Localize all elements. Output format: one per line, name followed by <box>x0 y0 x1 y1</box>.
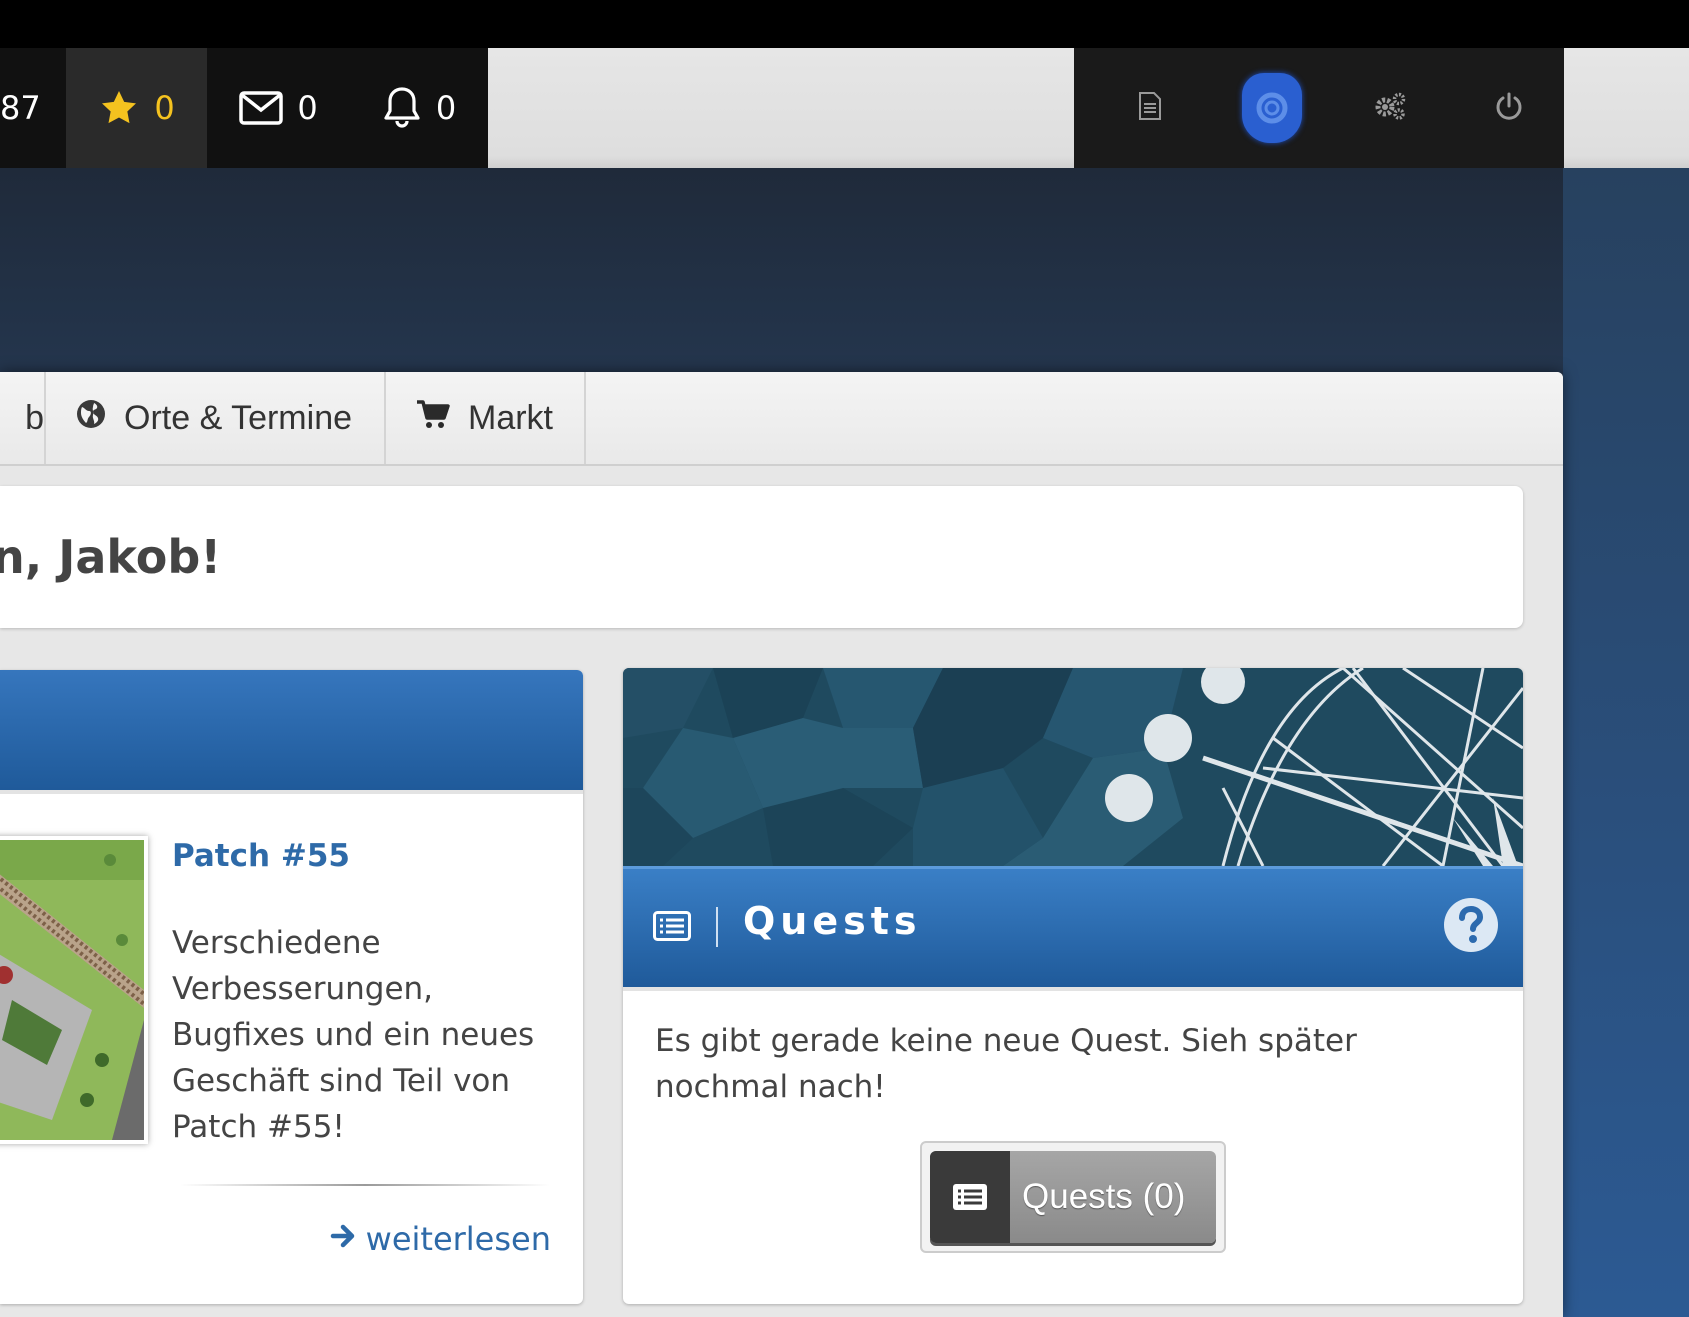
settings-button[interactable] <box>1330 48 1450 168</box>
logout-button[interactable] <box>1449 48 1569 168</box>
tab-clipped[interactable]: b <box>0 372 46 464</box>
document-button[interactable] <box>1090 48 1210 168</box>
tab-market-label: Markt <box>468 398 553 437</box>
main-panel: b Orte & Termine Markt n, Jakob! Patch #… <box>0 372 1563 1317</box>
quests-message: Es gibt gerade keine neue Quest. Sieh sp… <box>655 1023 1357 1105</box>
envelope-icon <box>239 91 284 125</box>
greeting-banner: n, Jakob! <box>0 486 1523 628</box>
main-tab-bar: b Orte & Termine Markt <box>0 372 1563 466</box>
notifications-value: 0 <box>435 89 457 127</box>
top-bar-right-spacer <box>1564 48 1689 168</box>
news-body: Verschiedene Verbesserungen, Bugfixes un… <box>172 925 535 1145</box>
tab-places-events-label: Orte & Termine <box>124 398 353 437</box>
messages-counter[interactable]: 0 <box>207 48 350 168</box>
star-icon <box>98 88 140 128</box>
quests-header-divider <box>716 907 718 947</box>
quests-button-frame: Quests (0) <box>920 1141 1226 1253</box>
coins-value: 87 <box>0 89 41 127</box>
quests-title: Quests <box>743 899 922 943</box>
top-black-band <box>0 0 1689 48</box>
tab-places-events[interactable]: Orte & Termine <box>46 372 386 464</box>
favorites-counter[interactable]: 0 <box>66 48 207 168</box>
quests-header: Quests <box>623 866 1523 991</box>
news-title: Patch #55 <box>172 838 350 874</box>
greeting-text: n, Jakob! <box>0 530 222 584</box>
lifebuoy-icon <box>1242 73 1302 143</box>
news-title-link[interactable]: Patch #55 <box>172 838 350 874</box>
tab-market[interactable]: Markt <box>386 372 586 464</box>
tab-clipped-label: b <box>25 398 44 437</box>
question-mark-icon[interactable] <box>1443 897 1499 957</box>
favorites-value: 0 <box>154 89 175 127</box>
news-card: Patch #55 Verschiedene Verbesserungen, B… <box>0 670 583 1304</box>
quests-button[interactable]: Quests (0) <box>930 1151 1216 1243</box>
read-more-label: weiterlesen <box>365 1220 551 1258</box>
news-card-header <box>0 670 583 794</box>
document-icon <box>1137 91 1163 125</box>
list-icon <box>653 911 691 945</box>
power-icon <box>1495 91 1523 125</box>
news-thumbnail[interactable] <box>0 836 148 1144</box>
arrow-right-icon <box>330 1220 358 1258</box>
read-more-link[interactable]: weiterlesen <box>330 1220 551 1258</box>
shopping-cart-icon <box>416 399 450 438</box>
messages-value: 0 <box>297 89 318 127</box>
globe-icon <box>76 399 106 438</box>
top-bar-spacer <box>488 48 1074 168</box>
quests-banner-image <box>623 668 1523 866</box>
news-separator <box>180 1184 550 1186</box>
top-toolbar <box>1074 48 1564 168</box>
gears-icon <box>1373 91 1407 125</box>
quests-button-label: Quests (0) <box>1022 1177 1186 1216</box>
coins-counter[interactable]: 87 <box>0 48 66 168</box>
help-button[interactable] <box>1212 48 1332 168</box>
top-stats-bar: 87 0 0 0 <box>0 48 488 168</box>
bell-icon <box>382 86 422 130</box>
quests-card: Quests Es gibt gerade keine neue Quest. … <box>623 668 1523 1304</box>
quests-button-list-icon <box>930 1151 1010 1243</box>
page-background-right <box>1563 168 1689 1317</box>
notifications-counter[interactable]: 0 <box>350 48 488 168</box>
